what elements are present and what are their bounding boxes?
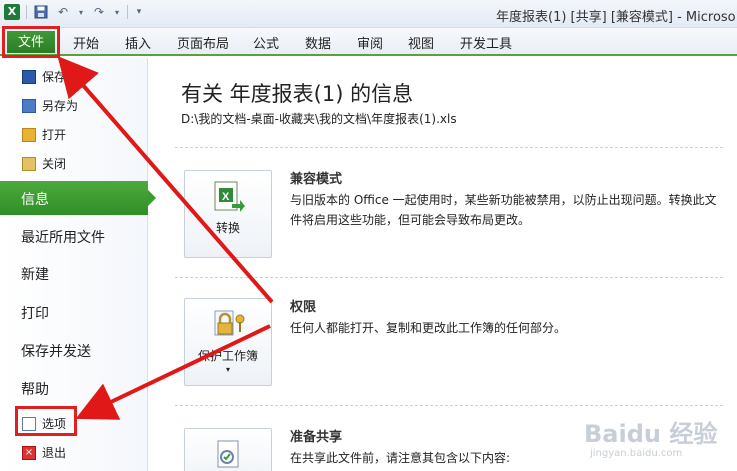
ribbon-tab-bar: 开始 插入 页面布局 公式 数据 审阅 视图 开发工具 [0, 28, 737, 56]
save-as-icon [22, 98, 36, 113]
options-highlight [15, 406, 77, 436]
tab-formulas[interactable]: 公式 [253, 33, 279, 52]
nav-save-label: 保存 [42, 70, 67, 84]
lock-icon [214, 310, 245, 336]
nav-recent[interactable]: 最近所用文件 [21, 227, 105, 247]
nav-print[interactable]: 打印 [21, 303, 49, 323]
nav-open[interactable]: 打开 [22, 126, 66, 143]
window-title: 年度报表(1) [共享] [兼容模式] - Microso [496, 10, 736, 25]
section-divider [175, 405, 723, 406]
svg-text:X: X [222, 191, 230, 203]
nav-save-send[interactable]: 保存并发送 [21, 341, 91, 361]
redo-icon[interactable]: ↷ [91, 4, 107, 20]
permissions-title: 权限 [290, 300, 317, 315]
redo-dropdown-icon[interactable]: ▾ [113, 4, 121, 20]
tab-home[interactable]: 开始 [73, 33, 99, 52]
toolbar-divider [127, 5, 128, 19]
watermark-url: jingyan.baidu.com [590, 448, 683, 459]
nav-new[interactable]: 新建 [21, 264, 49, 284]
baidu-watermark: Baidu 经验 jingyan.baidu.com [584, 414, 732, 464]
customize-toolbar-icon[interactable]: ▾ [134, 4, 144, 20]
file-tab-highlight: 文件 [2, 26, 60, 58]
convert-button[interactable]: X 转换 [184, 170, 272, 258]
undo-icon[interactable]: ↶ [55, 4, 71, 20]
tab-developer[interactable]: 开发工具 [460, 33, 512, 52]
section-divider [175, 277, 723, 278]
compat-mode-title: 兼容模式 [290, 172, 343, 187]
nav-info-label: 信息 [21, 192, 49, 208]
watermark-logo: Baidu 经验 [584, 420, 718, 448]
nav-exit[interactable]: × 退出 [22, 444, 66, 461]
permissions-desc: 任何人都能打开、复制和更改此工作簿的任何部分。 [290, 321, 567, 335]
undo-dropdown-icon[interactable]: ▾ [77, 4, 85, 20]
tab-insert[interactable]: 插入 [125, 33, 151, 52]
toolbar-divider [26, 5, 27, 19]
title-bar: X ↶ ▾ ↷ ▾ ▾ 年度报表(1) [共享] [兼容模式] - Micros… [0, 0, 737, 28]
tab-view[interactable]: 视图 [408, 33, 434, 52]
page-title: 有关 年度报表(1) 的信息 [181, 82, 414, 106]
convert-button-label: 转换 [215, 221, 240, 235]
exit-icon: × [22, 445, 36, 460]
nav-save-as-label: 另存为 [42, 99, 79, 113]
tab-review[interactable]: 审阅 [357, 33, 383, 52]
nav-close[interactable]: 关闭 [22, 155, 66, 172]
nav-help[interactable]: 帮助 [21, 379, 49, 399]
nav-exit-label: 退出 [42, 446, 67, 460]
excel-logo-icon[interactable]: X [4, 4, 20, 20]
save-icon[interactable] [33, 4, 49, 20]
nav-save[interactable]: 保存 [22, 68, 66, 85]
nav-open-label: 打开 [42, 128, 67, 142]
protect-workbook-label: 保护工作簿 [197, 349, 258, 363]
check-issues-button[interactable] [184, 428, 272, 471]
file-path: D:\我的文档-桌面-收藏夹\我的文档\年度报表(1).xls [181, 112, 457, 126]
open-folder-icon [22, 127, 36, 142]
section-divider [175, 147, 723, 148]
inspect-document-icon [217, 440, 239, 468]
tab-data[interactable]: 数据 [305, 33, 331, 52]
nav-info[interactable]: 信息 [0, 181, 156, 215]
compat-mode-desc: 与旧版本的 Office 一起使用时，某些新功能被禁用，以防止出现问题。转换此文… [290, 193, 717, 227]
tab-file[interactable]: 文件 [7, 31, 55, 53]
close-folder-icon [22, 156, 36, 171]
protect-workbook-button[interactable]: 保护工作簿 ▾ [184, 298, 272, 386]
dropdown-arrow-icon: ▾ [225, 365, 230, 374]
nav-save-as[interactable]: 另存为 [22, 97, 78, 114]
prepare-sharing-title: 准备共享 [290, 430, 343, 445]
tab-page-layout[interactable]: 页面布局 [177, 33, 229, 52]
quick-access-toolbar: X ↶ ▾ ↷ ▾ ▾ [4, 4, 144, 20]
convert-icon: X [214, 181, 245, 212]
save-icon [22, 69, 36, 84]
nav-close-label: 关闭 [42, 157, 67, 171]
